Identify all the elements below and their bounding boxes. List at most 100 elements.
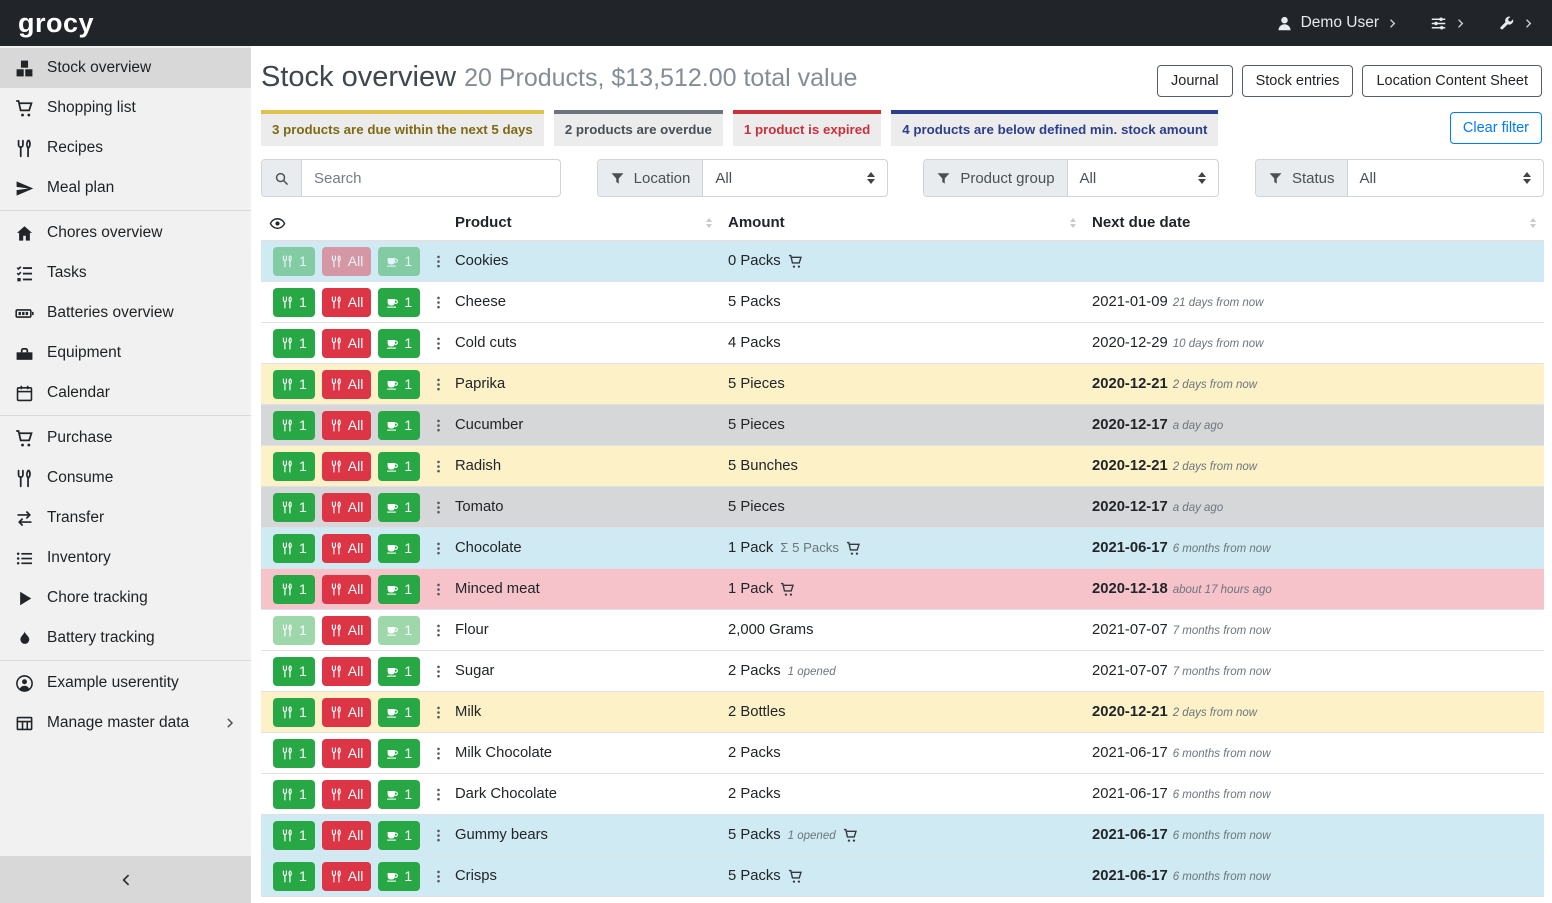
sidebar-item-transfer[interactable]: Transfer (0, 498, 251, 538)
location-select[interactable]: All (703, 160, 886, 196)
sidebar-item-consume[interactable]: Consume (0, 458, 251, 498)
sidebar-item-meal-plan[interactable]: Meal plan (0, 168, 251, 208)
open-one-button[interactable]: 1 (378, 493, 420, 522)
consume-one-button[interactable]: 1 (273, 780, 315, 809)
consume-all-button[interactable]: All (322, 575, 372, 604)
consume-one-button[interactable]: 1 (273, 616, 315, 645)
sidebar-item-batteries-overview[interactable]: Batteries overview (0, 293, 251, 333)
sidebar-collapse-button[interactable] (0, 856, 251, 903)
sidebar-item-chore-tracking[interactable]: Chore tracking (0, 578, 251, 618)
consume-all-button[interactable]: All (322, 657, 372, 686)
journal-button[interactable]: Journal (1157, 65, 1233, 97)
open-one-button[interactable]: 1 (378, 616, 420, 645)
row-menu-button[interactable] (429, 579, 448, 599)
status-filter-belowmin[interactable]: 4 products are below defined min. stock … (891, 110, 1218, 146)
consume-one-button[interactable]: 1 (273, 493, 315, 522)
product-name[interactable]: Milk Chocolate (447, 733, 720, 774)
consume-one-button[interactable]: 1 (273, 452, 315, 481)
product-name[interactable]: Sugar (447, 651, 720, 692)
row-menu-button[interactable] (429, 661, 448, 681)
consume-all-button[interactable]: All (322, 329, 372, 358)
open-one-button[interactable]: 1 (378, 575, 420, 604)
product-name[interactable]: Flour (447, 610, 720, 651)
row-menu-button[interactable] (429, 743, 448, 763)
product-group-select[interactable]: All (1068, 160, 1219, 196)
column-header-amount[interactable]: Amount (720, 210, 1084, 241)
open-one-button[interactable]: 1 (378, 862, 420, 891)
sidebar-item-tasks[interactable]: Tasks (0, 253, 251, 293)
sidebar-item-calendar[interactable]: Calendar (0, 373, 251, 413)
consume-one-button[interactable]: 1 (273, 575, 315, 604)
consume-one-button[interactable]: 1 (273, 534, 315, 563)
product-name[interactable]: Paprika (447, 364, 720, 405)
column-header-product[interactable]: Product (447, 210, 720, 241)
location-content-sheet-button[interactable]: Location Content Sheet (1362, 65, 1542, 97)
settings-menu[interactable] (1430, 15, 1466, 32)
row-menu-button[interactable] (429, 538, 448, 558)
open-one-button[interactable]: 1 (378, 739, 420, 768)
product-name[interactable]: Tomato (447, 487, 720, 528)
open-one-button[interactable]: 1 (378, 370, 420, 399)
consume-one-button[interactable]: 1 (273, 862, 315, 891)
open-one-button[interactable]: 1 (378, 329, 420, 358)
open-one-button[interactable]: 1 (378, 657, 420, 686)
product-name[interactable]: Radish (447, 446, 720, 487)
row-menu-button[interactable] (429, 702, 448, 722)
consume-all-button[interactable]: All (322, 616, 372, 645)
open-one-button[interactable]: 1 (378, 698, 420, 727)
row-menu-button[interactable] (429, 825, 448, 845)
status-select[interactable]: All (1348, 160, 1543, 196)
column-header-next-due-date[interactable]: Next due date (1084, 210, 1544, 241)
sidebar-item-battery-tracking[interactable]: Battery tracking (0, 618, 251, 658)
consume-all-button[interactable]: All (322, 411, 372, 440)
row-menu-button[interactable] (429, 620, 448, 640)
row-menu-button[interactable] (429, 456, 448, 476)
consume-one-button[interactable]: 1 (273, 739, 315, 768)
consume-all-button[interactable]: All (322, 370, 372, 399)
row-menu-button[interactable] (429, 415, 448, 435)
open-one-button[interactable]: 1 (378, 534, 420, 563)
consume-one-button[interactable]: 1 (273, 821, 315, 850)
row-menu-button[interactable] (429, 866, 448, 886)
row-menu-button[interactable] (429, 374, 448, 394)
consume-all-button[interactable]: All (322, 821, 372, 850)
sidebar-item-manage-master-data[interactable]: Manage master data (0, 703, 251, 743)
app-logo[interactable]: grocy (18, 8, 94, 39)
status-filter-due[interactable]: 3 products are due within the next 5 day… (261, 110, 544, 146)
row-menu-button[interactable] (429, 251, 448, 271)
consume-all-button[interactable]: All (322, 698, 372, 727)
row-menu-button[interactable] (429, 292, 448, 312)
row-menu-button[interactable] (429, 333, 448, 353)
open-one-button[interactable]: 1 (378, 288, 420, 317)
open-one-button[interactable]: 1 (378, 452, 420, 481)
product-name[interactable]: Dark Chocolate (447, 774, 720, 815)
product-name[interactable]: Cold cuts (447, 323, 720, 364)
user-menu[interactable]: Demo User (1276, 14, 1398, 32)
consume-one-button[interactable]: 1 (273, 657, 315, 686)
open-one-button[interactable]: 1 (378, 247, 420, 276)
product-name[interactable]: Cheese (447, 282, 720, 323)
sidebar-item-purchase[interactable]: Purchase (0, 418, 251, 458)
search-input[interactable] (302, 160, 560, 196)
consume-one-button[interactable]: 1 (273, 698, 315, 727)
open-one-button[interactable]: 1 (378, 411, 420, 440)
eye-icon[interactable] (269, 215, 286, 232)
consume-all-button[interactable]: All (322, 780, 372, 809)
consume-one-button[interactable]: 1 (273, 288, 315, 317)
consume-one-button[interactable]: 1 (273, 411, 315, 440)
row-menu-button[interactable] (429, 497, 448, 517)
product-name[interactable]: Cucumber (447, 405, 720, 446)
status-filter-overdue[interactable]: 2 products are overdue (554, 110, 723, 146)
product-name[interactable]: Chocolate (447, 528, 720, 569)
consume-all-button[interactable]: All (322, 452, 372, 481)
product-name[interactable]: Milk (447, 692, 720, 733)
open-one-button[interactable]: 1 (378, 821, 420, 850)
sidebar-item-shopping-list[interactable]: Shopping list (0, 88, 251, 128)
consume-all-button[interactable]: All (322, 493, 372, 522)
sidebar-item-chores-overview[interactable]: Chores overview (0, 213, 251, 253)
consume-all-button[interactable]: All (322, 288, 372, 317)
status-filter-expired[interactable]: 1 product is expired (733, 110, 881, 146)
consume-all-button[interactable]: All (322, 739, 372, 768)
product-name[interactable]: Minced meat (447, 569, 720, 610)
product-name[interactable]: Cookies (447, 241, 720, 282)
